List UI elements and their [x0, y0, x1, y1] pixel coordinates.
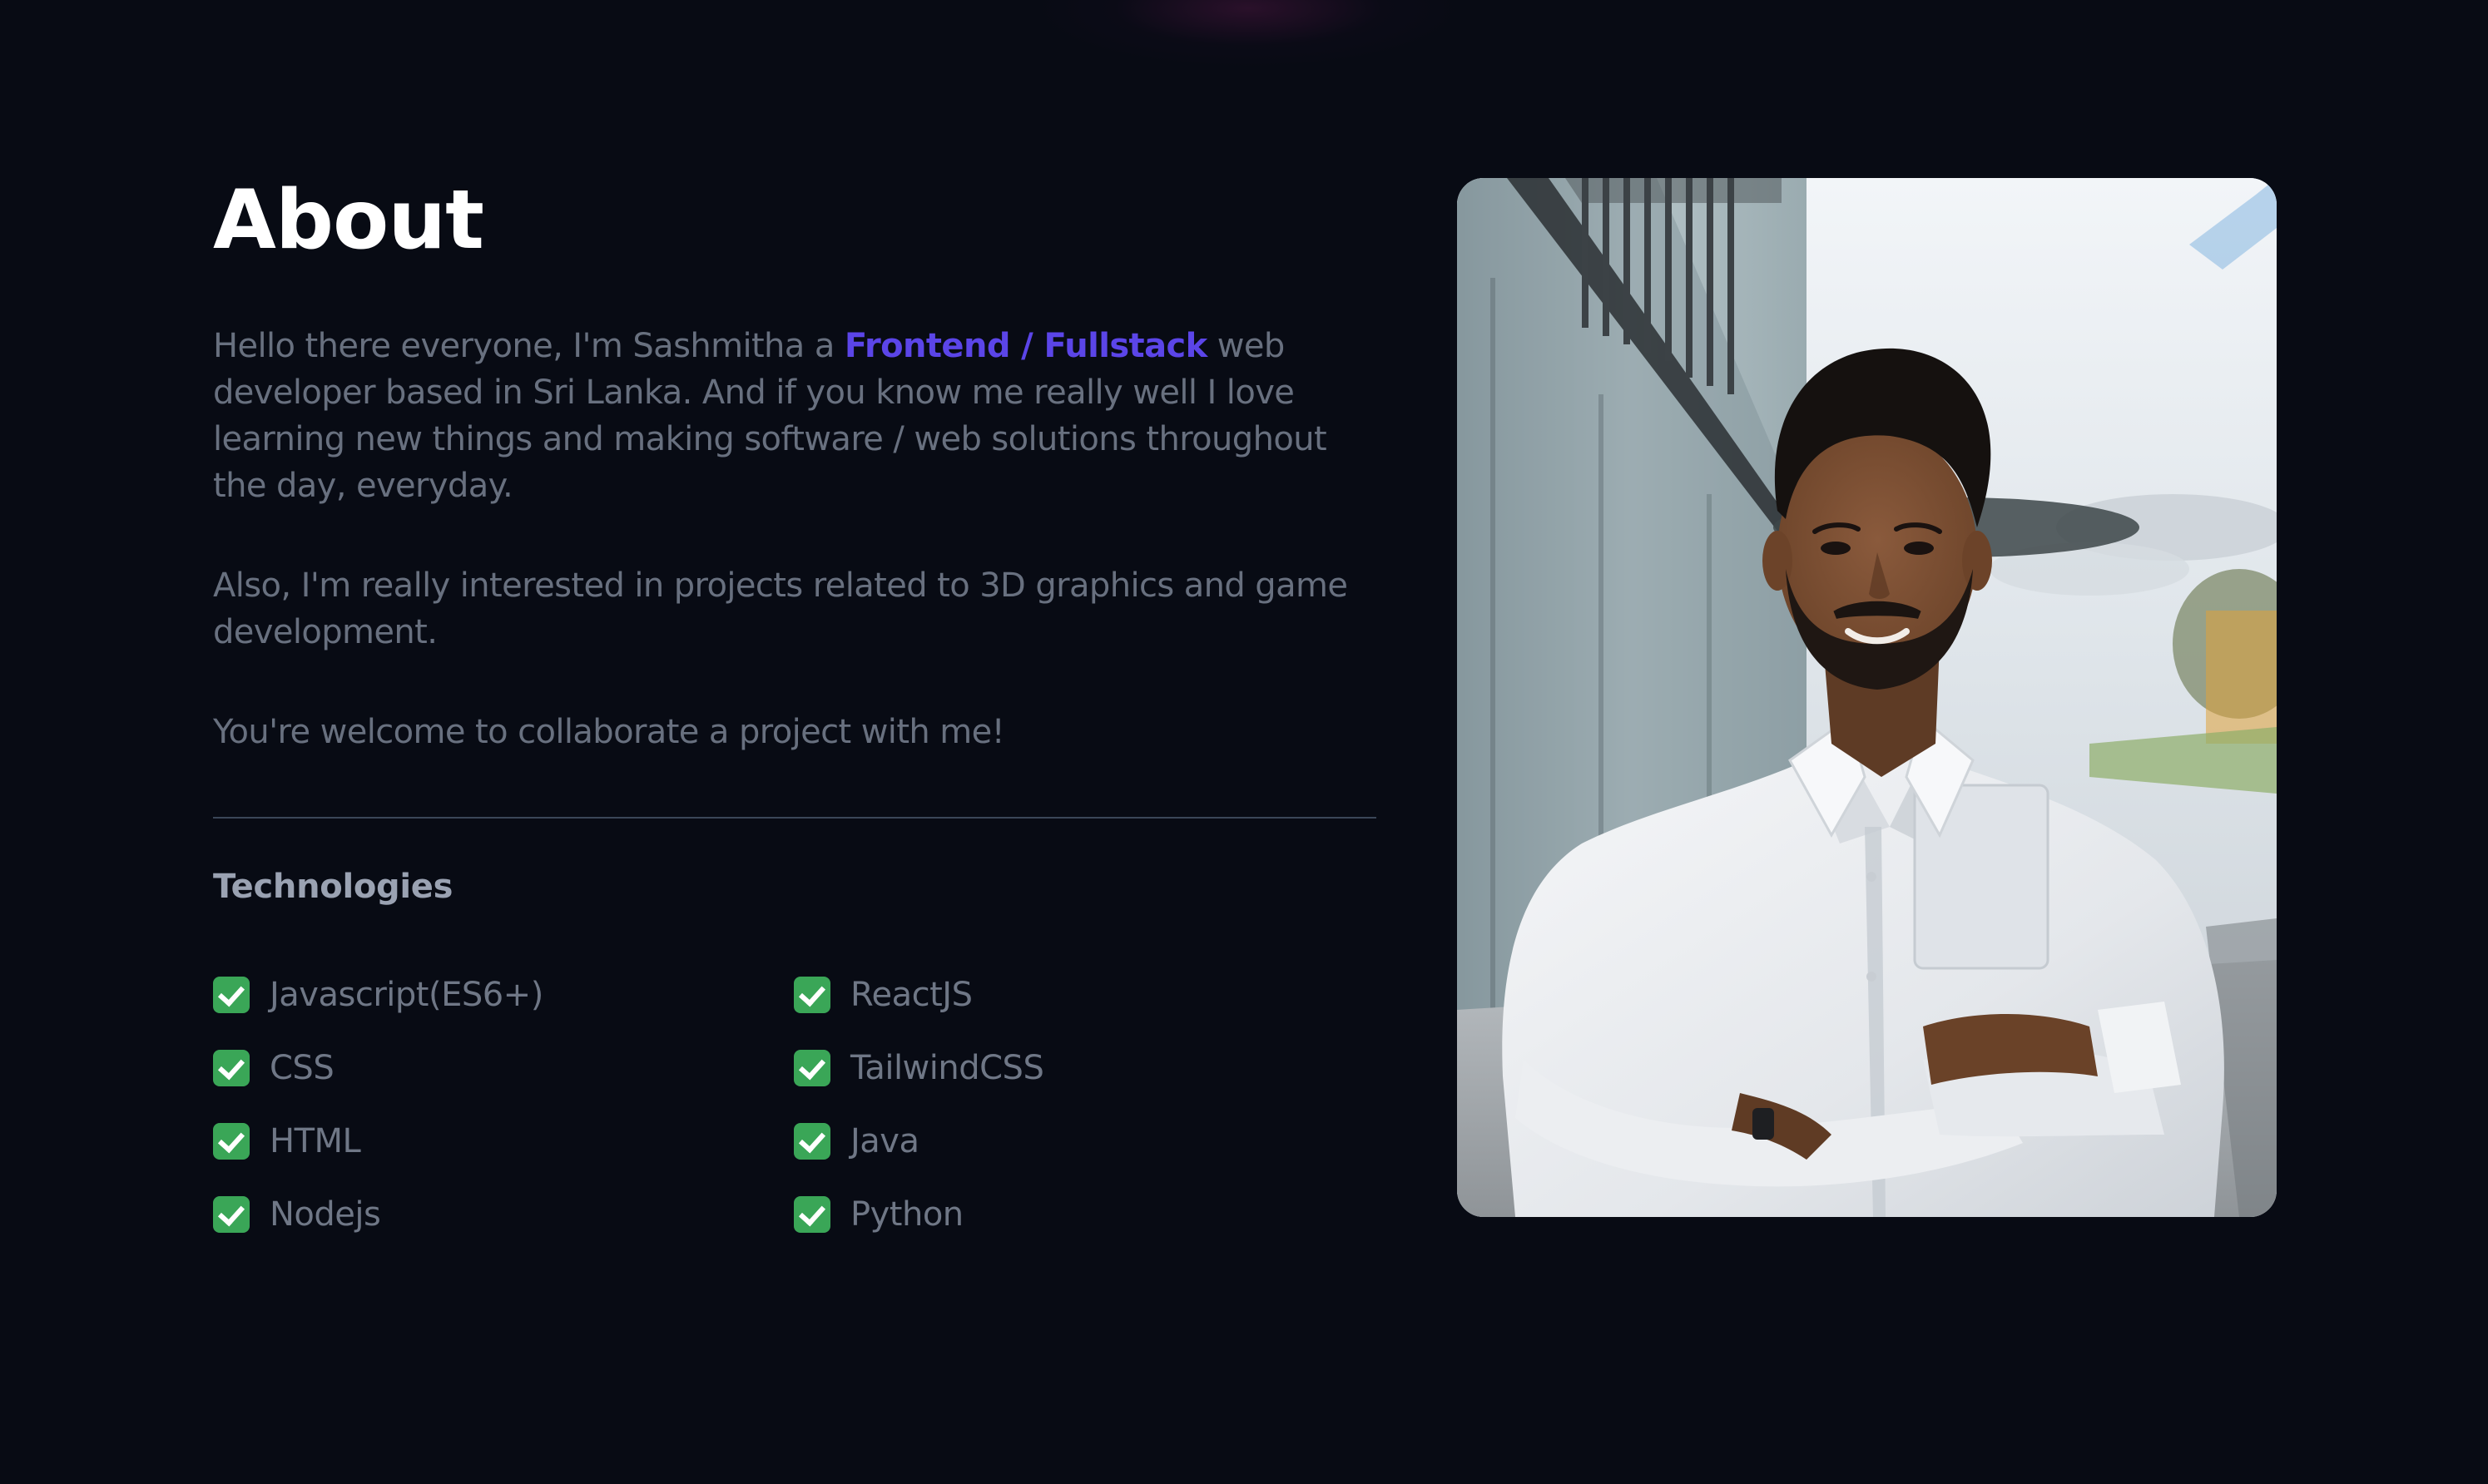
tech-label: Python	[850, 1195, 964, 1234]
check-mark-icon	[213, 1196, 250, 1233]
tech-label: TailwindCSS	[850, 1049, 1044, 1087]
check-mark-icon	[794, 977, 830, 1013]
role-highlight: Frontend / Fullstack	[844, 327, 1207, 365]
about-interests-paragraph: Also, I'm really interested in projects …	[213, 566, 1348, 651]
tech-label: Javascript(ES6+)	[270, 976, 543, 1014]
background-glow	[1040, 0, 1456, 67]
tech-label: Nodejs	[270, 1195, 381, 1234]
section-divider	[213, 817, 1376, 819]
tech-label: HTML	[270, 1122, 361, 1160]
about-intro-paragraph: Hello there everyone, I'm Sashmitha a Fr…	[213, 323, 1376, 509]
profile-photo	[1457, 178, 2277, 1217]
check-mark-icon	[213, 977, 250, 1013]
tech-item-html: HTML	[213, 1105, 794, 1178]
tech-item-reactjs: ReactJS	[794, 958, 1375, 1031]
tech-item-css: CSS	[213, 1031, 794, 1105]
about-section: About Hello there everyone, I'm Sashmith…	[213, 166, 1376, 1251]
tech-label: ReactJS	[850, 976, 973, 1014]
intro-text-start: Hello there everyone, I'm Sashmitha a	[213, 327, 845, 365]
technologies-heading: Technologies	[213, 868, 453, 906]
tech-item-tailwindcss: TailwindCSS	[794, 1031, 1375, 1105]
tech-label: CSS	[270, 1049, 335, 1087]
tech-item-python: Python	[794, 1178, 1375, 1251]
tech-item-java: Java	[794, 1105, 1375, 1178]
check-mark-icon	[794, 1050, 830, 1086]
portrait-illustration	[1457, 178, 2277, 1217]
tech-label: Java	[850, 1122, 919, 1160]
tech-item-nodejs: Nodejs	[213, 1178, 794, 1251]
technologies-list: Javascript(ES6+) ReactJS CSS TailwindCSS…	[213, 958, 1376, 1251]
check-mark-icon	[213, 1123, 250, 1160]
check-mark-icon	[794, 1123, 830, 1160]
about-collaborate-paragraph: You're welcome to collaborate a project …	[213, 713, 1005, 751]
tech-item-javascript: Javascript(ES6+)	[213, 958, 794, 1031]
about-heading: About	[213, 173, 484, 268]
check-mark-icon	[794, 1196, 830, 1233]
check-mark-icon	[213, 1050, 250, 1086]
